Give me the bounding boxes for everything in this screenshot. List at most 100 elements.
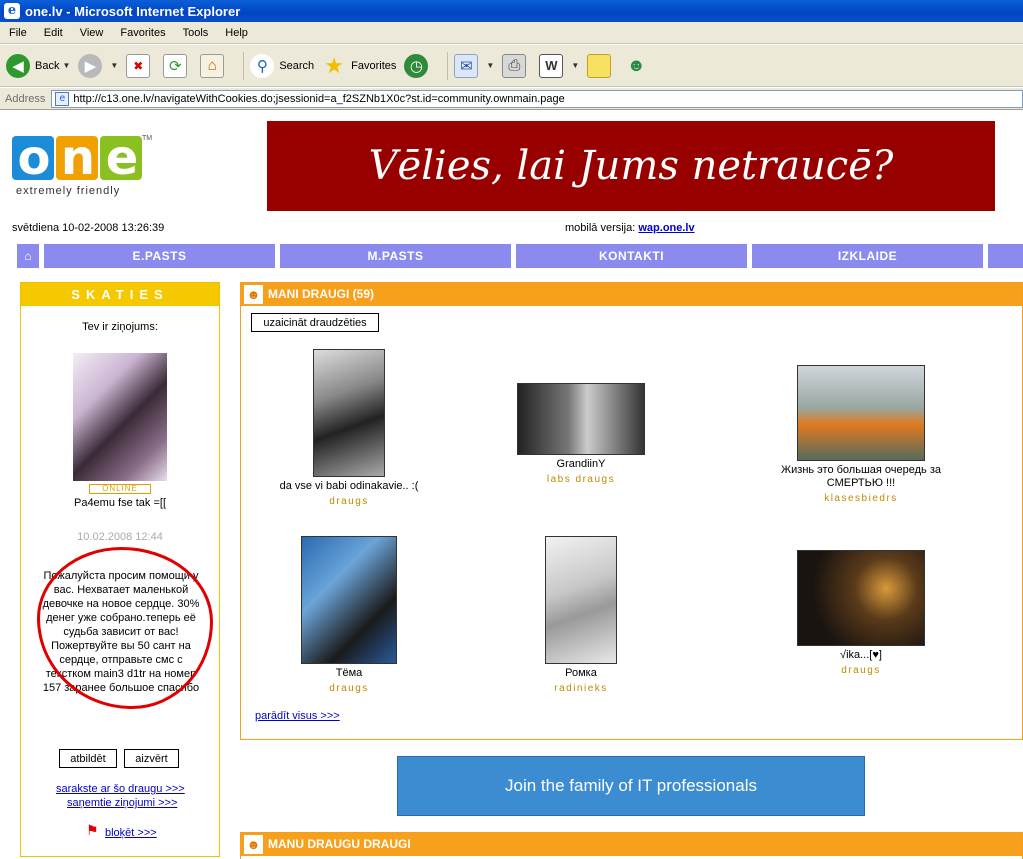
chevron-down-icon[interactable]: ▼ (486, 61, 494, 70)
ad-text: Join the family of IT professionals (505, 776, 757, 795)
skaties-panel: SKATIES Tev ir ziņojums: ONLINE Pa4emu f… (20, 282, 220, 857)
discuss-button[interactable] (587, 53, 616, 78)
correspondence-link[interactable]: sarakste ar šo draugu >>> (56, 783, 185, 795)
back-button[interactable]: ◀ Back ▼ (6, 53, 70, 78)
friend-name[interactable]: Ромка (491, 667, 671, 680)
friend-card[interactable]: √ika...[♥] draugs (771, 550, 951, 676)
home-icon: ⌂ (200, 53, 225, 78)
friend-card[interactable]: Ромка radinieks (491, 536, 671, 694)
friend-photo[interactable] (517, 383, 645, 455)
reply-button[interactable]: atbildēt (59, 749, 117, 768)
friend-name[interactable]: da vse vi babi odinakavie.. :( (259, 480, 439, 493)
stop-button[interactable]: ✖ (126, 53, 155, 78)
chevron-down-icon[interactable]: ▼ (62, 61, 70, 70)
friend-photo[interactable] (545, 536, 617, 664)
menu-edit[interactable]: Edit (35, 27, 71, 39)
search-icon: ⚲ (250, 53, 275, 78)
favorites-button[interactable]: ★ Favorites (322, 52, 397, 78)
received-messages-link[interactable]: saņemtie ziņojumi >>> (67, 797, 177, 809)
skaties-title: SKATIES (21, 283, 219, 306)
mail-button[interactable]: ✉ ▼ (454, 53, 494, 78)
logo-letter-o: o (12, 134, 54, 182)
friends-title: MANI DRAUGI (59) (268, 287, 375, 301)
stop-icon: ✖ (126, 53, 151, 78)
toolbar-divider (243, 51, 245, 80)
page-icon: e (55, 91, 70, 106)
favorites-label: Favorites (351, 59, 397, 72)
home-button[interactable]: ⌂ (200, 53, 229, 78)
menu-file[interactable]: File (0, 27, 35, 39)
print-button[interactable]: ⎙ (502, 53, 531, 78)
friend-photo[interactable] (301, 536, 397, 664)
address-url[interactable]: http://c13.one.lv/navigateWithCookies.do… (73, 93, 564, 105)
person-icon: ☻ (244, 285, 263, 304)
search-label: Search (279, 59, 315, 72)
toolbar: ◀ Back ▼ ▶ ▼ ✖ ⟳ ⌂ ⚲ Search ★ Favorites … (0, 45, 1023, 87)
mobile-link[interactable]: wap.one.lv (638, 222, 694, 234)
close-button[interactable]: aizvērt (124, 749, 179, 768)
logo-letter-n: n (56, 134, 98, 182)
edit-button[interactable]: W ▼ (539, 53, 579, 78)
menu-help[interactable]: Help (216, 27, 256, 39)
mobile-label: mobilā versija: (565, 222, 636, 234)
friend-card[interactable]: Тёма draugs (259, 536, 439, 694)
friend-card[interactable]: Жизнь это большая очередь за СМЕРТЬЮ !!!… (771, 365, 951, 504)
show-all-friends-link[interactable]: parādīt visus >>> (255, 710, 340, 722)
flag-icon: ⚑ (86, 822, 99, 838)
friends-of-friends-panel: ☻ MANU DRAUGU DRAUGI (240, 832, 1023, 859)
nav-home-icon[interactable]: ⌂ (17, 244, 39, 268)
forward-button[interactable]: ▶ ▼ (78, 53, 118, 78)
logo-tagline: extremely friendly (16, 185, 121, 197)
search-button[interactable]: ⚲ Search (250, 53, 315, 78)
friend-name[interactable]: Тёма (259, 667, 439, 680)
logo-letter-e: e (100, 134, 142, 182)
forward-arrow-icon: ▶ (78, 53, 103, 78)
friend-card[interactable]: da vse vi babi odinakavie.. :( draugs (259, 349, 439, 507)
nav-tab-epasts[interactable]: E.PASTS (44, 244, 275, 268)
online-badge: ONLINE (89, 484, 151, 494)
nav-tab-more[interactable] (988, 244, 1023, 268)
friend-photo[interactable] (797, 550, 925, 646)
nav-tab-kontakti[interactable]: KONTAKTI (516, 244, 747, 268)
nav-tab-mpasts[interactable]: M.PASTS (280, 244, 511, 268)
sender-photo[interactable] (73, 353, 167, 481)
star-icon: ★ (324, 52, 345, 78)
friend-photo[interactable] (797, 365, 925, 461)
window-title: one.lv - Microsoft Internet Explorer (25, 3, 241, 19)
logo-word: one (12, 133, 144, 183)
messenger-icon: ☻ (626, 55, 646, 75)
print-icon: ⎙ (502, 53, 527, 78)
friend-name[interactable]: √ika...[♥] (771, 649, 951, 662)
invite-button[interactable]: uzaicināt draudzēties (251, 313, 379, 332)
it-ad-banner[interactable]: Join the family of IT professionals (397, 756, 865, 816)
address-label: Address (5, 92, 46, 105)
site-logo[interactable]: one TM extremely friendly (12, 133, 152, 197)
logo-trademark: TM (142, 135, 153, 142)
ie-logo-icon: e (4, 3, 20, 19)
menu-view[interactable]: View (71, 27, 112, 39)
address-bar: Address e http://c13.one.lv/navigateWith… (0, 88, 1023, 110)
ad-banner[interactable]: Vēlies, lai Jums netraucē? (267, 121, 995, 211)
menu-tools[interactable]: Tools (174, 27, 217, 39)
friend-photo[interactable] (313, 349, 385, 477)
friend-name[interactable]: Жизнь это большая очередь за СМЕРТЬЮ !!! (771, 464, 951, 490)
chevron-down-icon[interactable]: ▼ (571, 61, 579, 70)
back-arrow-icon: ◀ (6, 53, 30, 78)
friend-relation: draugs (841, 665, 881, 676)
friend-card[interactable]: GrandiinY labs draugs (491, 383, 671, 485)
messenger-button[interactable]: ☻ (624, 54, 653, 78)
block-link[interactable]: bloķēt >>> (105, 827, 157, 839)
main-nav: ⌂ E.PASTS M.PASTS KONTAKTI IZKLAIDE (17, 244, 1023, 268)
friend-relation: klasesbiedrs (824, 493, 898, 504)
history-button[interactable]: ◷ (404, 53, 433, 78)
friend-relation: draugs (329, 683, 369, 694)
refresh-button[interactable]: ⟳ (163, 53, 192, 78)
history-icon: ◷ (404, 53, 429, 78)
chevron-down-icon[interactable]: ▼ (110, 61, 118, 70)
friend-name[interactable]: GrandiinY (491, 458, 671, 471)
address-input[interactable]: e http://c13.one.lv/navigateWithCookies.… (51, 89, 1023, 108)
friends-panel: ☻ MANI DRAUGI (59) uzaicināt draudzēties… (240, 282, 1023, 740)
nav-tab-izklaide[interactable]: IZKLAIDE (752, 244, 983, 268)
menu-favorites[interactable]: Favorites (111, 27, 173, 39)
menu-bar: File Edit View Favorites Tools Help (0, 22, 1023, 44)
